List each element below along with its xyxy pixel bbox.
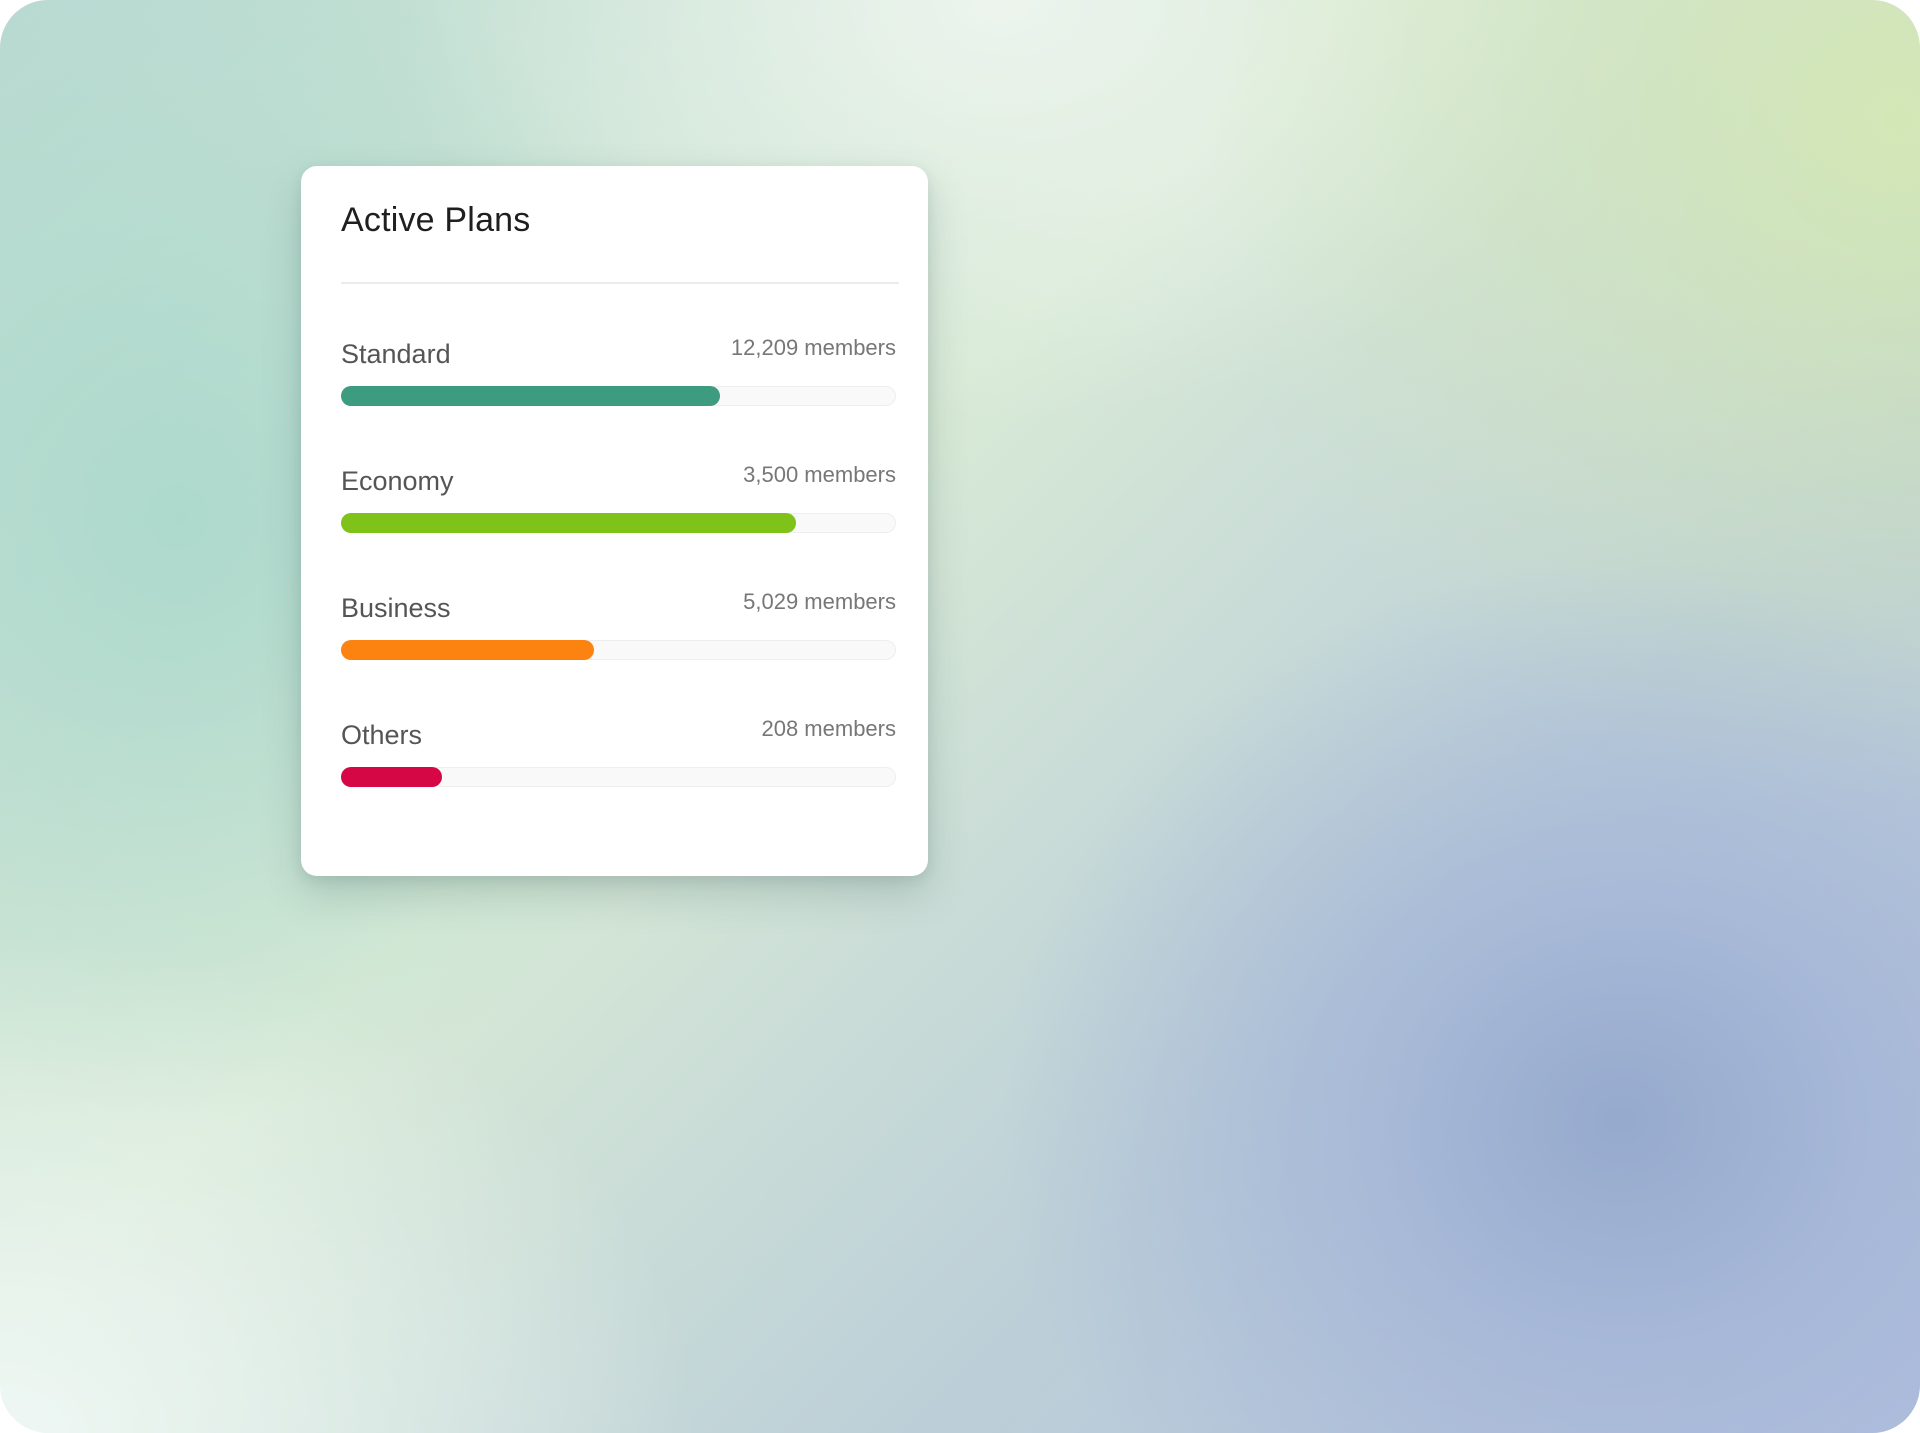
plan-name: Standard <box>341 339 451 369</box>
progress-track <box>341 513 896 533</box>
plan-name: Business <box>341 593 451 623</box>
plan-row-business: Business 5,029 members <box>341 588 896 715</box>
plan-row-others: Others 208 members <box>341 715 896 842</box>
active-plans-card: Active Plans Standard 12,209 members Eco… <box>301 166 928 876</box>
plan-row-economy: Economy 3,500 members <box>341 461 896 588</box>
title-divider <box>341 282 899 284</box>
card-title: Active Plans <box>341 201 531 239</box>
plans-list: Standard 12,209 members Economy 3,500 me… <box>341 334 896 842</box>
progress-fill <box>341 767 443 787</box>
progress-track <box>341 640 896 660</box>
progress-fill <box>341 513 796 533</box>
progress-track <box>341 386 896 406</box>
plan-member-count: 3,500 members <box>743 462 896 487</box>
background-canvas: Active Plans Standard 12,209 members Eco… <box>0 0 1920 1433</box>
progress-fill <box>341 386 720 406</box>
progress-fill <box>341 640 594 660</box>
plan-name: Others <box>341 720 423 750</box>
plan-row-standard: Standard 12,209 members <box>341 334 896 461</box>
plan-member-count: 12,209 members <box>730 335 896 360</box>
plan-member-count: 5,029 members <box>743 589 896 614</box>
plan-member-count: 208 members <box>761 716 896 741</box>
progress-track <box>341 767 896 787</box>
plan-name: Economy <box>341 466 454 496</box>
